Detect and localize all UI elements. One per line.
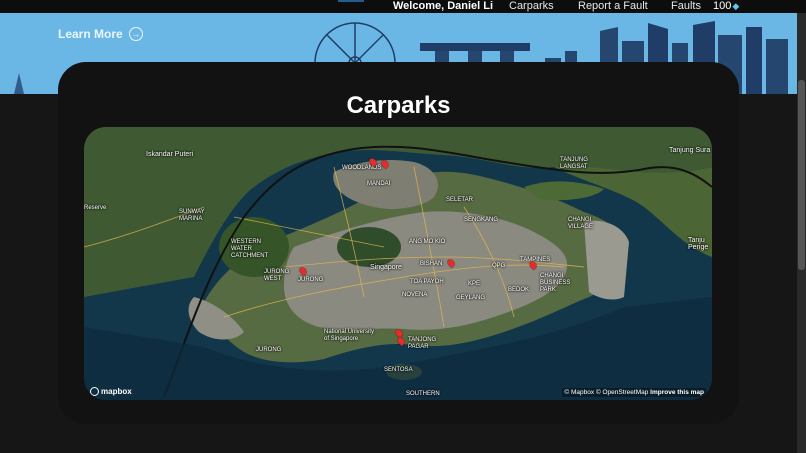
learn-more-link[interactable]: Learn More → xyxy=(58,27,143,41)
map-label-reserve: Reserve xyxy=(84,205,107,211)
map-label-sengkang: SENGKANG xyxy=(464,217,499,223)
nav-link-carparks[interactable]: Carparks xyxy=(509,0,554,13)
learn-more-label: Learn More xyxy=(58,27,123,41)
map-label-nus: National University of Singapore xyxy=(324,329,375,342)
map-label-tanjong-pagar: TANJONG PAGAR xyxy=(408,337,437,350)
carparks-card: Carparks Iskandar Puteri WOODLANDS MANDA… xyxy=(58,62,739,424)
map-label-tanjung-pengel: Tanju Penge xyxy=(688,237,709,251)
map-label-woodlands: WOODLANDS xyxy=(342,165,382,171)
map-label-novena: NOVENA xyxy=(402,292,428,298)
top-nav: Welcome, Daniel Li Carparks Report a Fau… xyxy=(0,0,806,13)
map-label-changi-business: CHANGI BUSINESS PARK xyxy=(540,273,571,293)
points-value: 100 xyxy=(713,0,732,12)
map-label-ang-mo-kio: ANG MO KIO xyxy=(409,239,446,245)
map-label-iskandar: Iskandar Puteri xyxy=(146,151,194,158)
mapbox-logo-icon xyxy=(90,387,99,396)
map-label-jurong-west: JURONG WEST xyxy=(264,269,290,282)
nav-link-report-fault[interactable]: Report a Fault xyxy=(578,0,648,13)
map-label-geylang: GEYLANG xyxy=(456,295,486,301)
mapbox-logo-text: mapbox xyxy=(101,387,132,396)
map-label-tanjung-surat: Tanjung Sura xyxy=(669,147,711,154)
diamond-icon: ◆ xyxy=(732,1,740,11)
map-label-seletar: SELETAR xyxy=(446,197,473,203)
map-label-tanjung-langsat: TANJUNG LANGSAT xyxy=(560,157,588,170)
map-label-bedok: BEDOK xyxy=(508,287,530,293)
attribution-text[interactable]: © Mapbox © OpenStreetMap xyxy=(564,389,648,396)
nav-link-faults[interactable]: Faults xyxy=(671,0,701,13)
map-label-western-water: WESTERN WATER CATCHMENT xyxy=(231,239,269,259)
map-label-jurong-island: JURONG xyxy=(256,347,282,353)
map-label-toa-payoh: TOA PAYOH xyxy=(410,279,444,285)
nav-accent-bar xyxy=(338,0,364,2)
map-label-qpg: QPG xyxy=(492,263,506,269)
scrollbar-thumb[interactable] xyxy=(798,80,805,270)
map-label-changi-village: CHANGI VILLAGE xyxy=(568,217,594,230)
map-label-sentosa: SENTOSA xyxy=(384,367,413,373)
improve-map-link[interactable]: Improve this map xyxy=(650,389,704,396)
map-label-singapore: Singapore xyxy=(370,264,402,271)
arrow-right-circle-icon: → xyxy=(128,27,143,41)
carpark-map[interactable]: Iskandar Puteri WOODLANDS MANDAI TANJUNG… xyxy=(84,127,712,400)
welcome-text: Welcome, Daniel Li xyxy=(393,0,494,12)
map-label-jurong: JURONG xyxy=(298,277,324,283)
map-label-sunway: SUNWAY MARINA xyxy=(179,209,205,222)
points-balance: 100◆ xyxy=(713,0,739,13)
mapbox-logo[interactable]: mapbox xyxy=(90,387,132,396)
map-label-bishan: BISHAN xyxy=(420,261,443,267)
map-label-kpe: KPE xyxy=(468,281,481,287)
map-attribution: © Mapbox © OpenStreetMap Improve this ma… xyxy=(562,388,706,397)
page-title: Carparks xyxy=(346,92,451,119)
map-label-southern: SOUTHERN xyxy=(406,391,440,397)
map-label-mandai: MANDAI xyxy=(367,181,391,187)
